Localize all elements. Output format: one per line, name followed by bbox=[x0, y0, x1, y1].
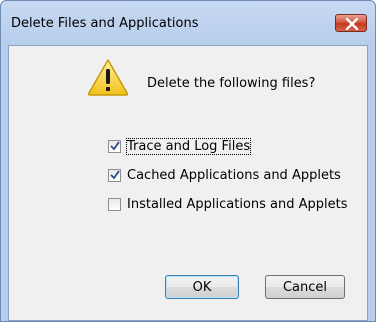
option-cached-applications[interactable]: Cached Applications and Applets bbox=[108, 167, 341, 183]
checkbox-label: Trace and Log Files bbox=[125, 137, 252, 155]
checkbox[interactable] bbox=[108, 168, 121, 182]
checkbox[interactable] bbox=[108, 197, 121, 211]
ok-button[interactable]: OK bbox=[165, 275, 239, 299]
window-title: Delete Files and Applications bbox=[11, 16, 199, 31]
dialog-body: Delete the following files? Trace and Lo… bbox=[8, 45, 368, 321]
check-icon bbox=[110, 140, 120, 150]
close-icon bbox=[345, 18, 359, 30]
check-icon bbox=[110, 169, 120, 179]
confirm-message: Delete the following files? bbox=[147, 76, 316, 91]
checkbox-label: Installed Applications and Applets bbox=[127, 196, 348, 212]
cancel-button[interactable]: Cancel bbox=[265, 275, 345, 299]
dialog-window: Delete Files and Applications Delete the… bbox=[0, 0, 376, 322]
checkbox-label: Cached Applications and Applets bbox=[127, 167, 341, 183]
option-installed-applications[interactable]: Installed Applications and Applets bbox=[108, 196, 348, 212]
checkbox[interactable] bbox=[108, 139, 121, 153]
option-trace-log-files[interactable]: Trace and Log Files bbox=[108, 137, 252, 155]
warning-icon bbox=[87, 59, 129, 96]
title-bar[interactable]: Delete Files and Applications bbox=[1, 1, 375, 45]
close-button[interactable] bbox=[335, 14, 367, 32]
